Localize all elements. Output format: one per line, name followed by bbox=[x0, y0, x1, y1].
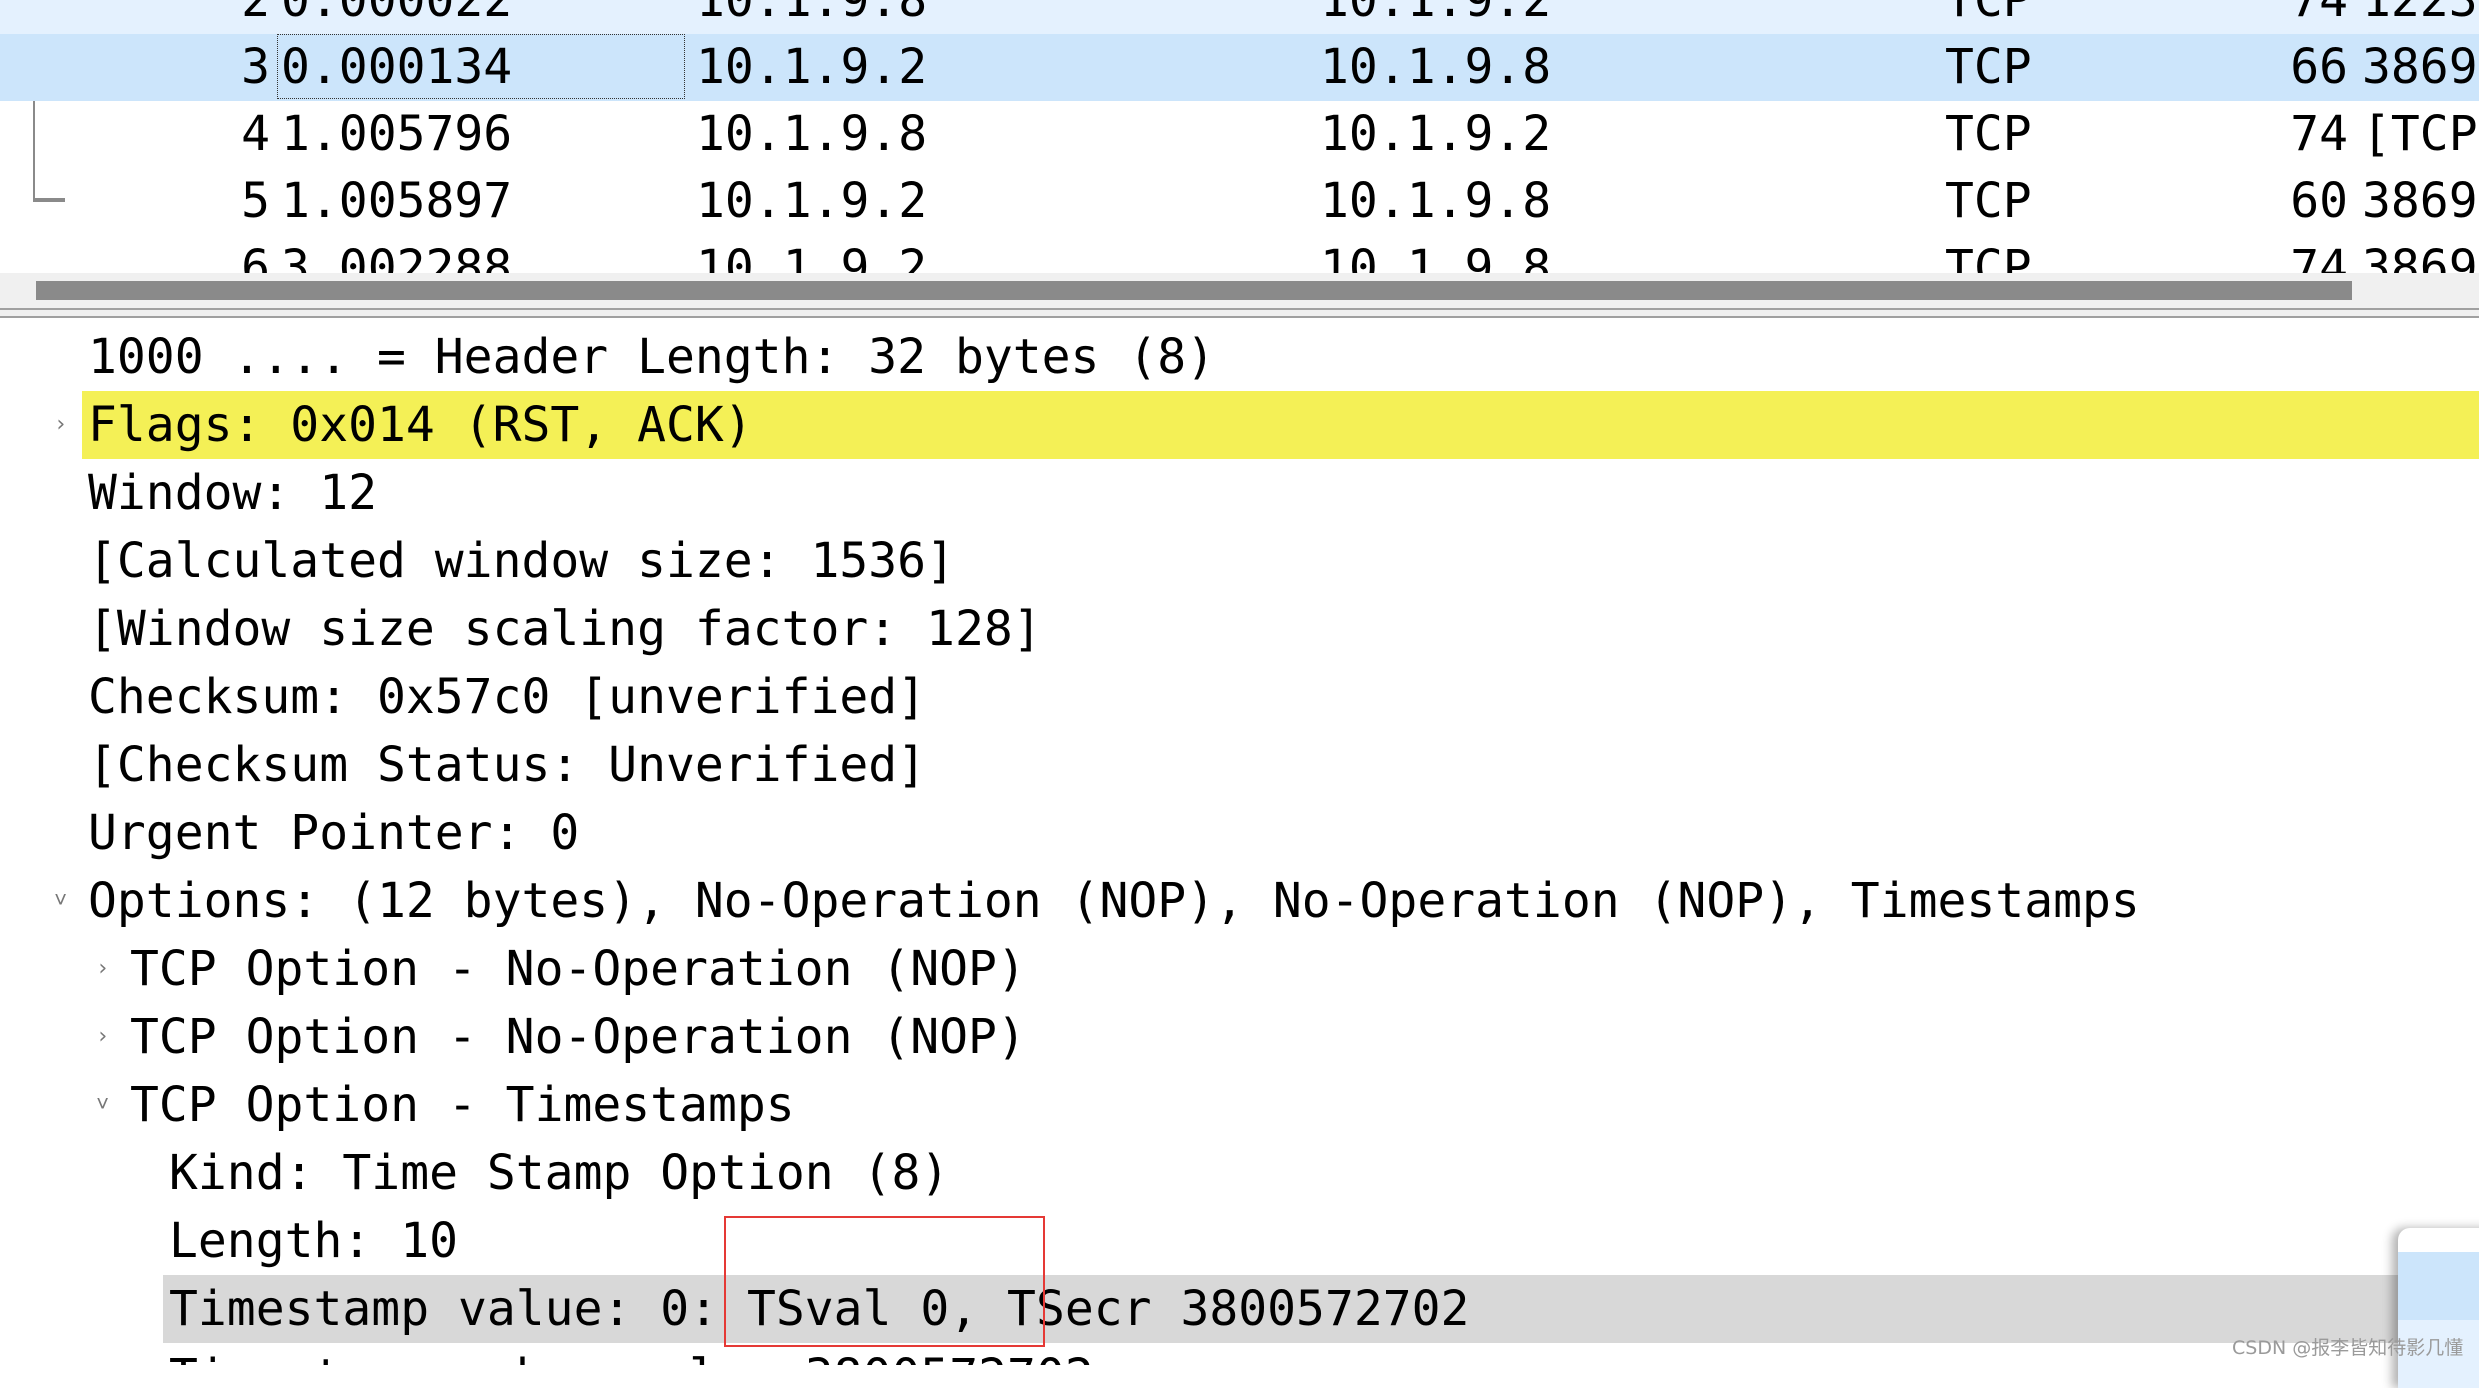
tree-item-label: 1000 .... = Header Length: 32 bytes (8) bbox=[88, 329, 1216, 385]
scrollbar-thumb[interactable] bbox=[36, 281, 2352, 300]
tree-item-label: Flags: 0x014 (RST, ACK) bbox=[88, 397, 753, 453]
tree-item[interactable]: 1000 .... = Header Length: 32 bytes (8) bbox=[0, 323, 2479, 391]
cell-proto: TCP bbox=[1945, 39, 2032, 95]
cell-no: 2 bbox=[241, 0, 270, 28]
cell-time: 1.005897 bbox=[281, 173, 513, 229]
cell-len: 60 bbox=[2290, 173, 2348, 229]
cell-info: [TCP bbox=[2362, 106, 2478, 162]
cell-dst: 10.1.9.2 bbox=[1320, 106, 1552, 162]
collapse-arrow-icon[interactable]: ˅ bbox=[54, 867, 67, 935]
tree-item[interactable]: › TCP Option - No-Operation (NOP) bbox=[0, 1003, 2479, 1071]
cell-info: 1223 bbox=[2362, 0, 2478, 28]
cell-src: 10.1.9.2 bbox=[696, 173, 928, 229]
horizontal-scrollbar[interactable] bbox=[0, 273, 2479, 308]
cell-src: 10.1.9.2 bbox=[696, 39, 928, 95]
cell-proto: TCP bbox=[1945, 0, 2032, 28]
cell-proto: TCP bbox=[1945, 106, 2032, 162]
watermark: CSDN @报李皆知待影几懂 bbox=[2232, 1337, 2464, 1359]
cell-len: 66 bbox=[2290, 39, 2348, 95]
cell-len: 74 bbox=[2290, 0, 2348, 28]
pane-splitter[interactable] bbox=[0, 308, 2479, 318]
packet-row[interactable]: 2 0.000022 10.1.9.8 10.1.9.2 TCP 74 1223 bbox=[0, 0, 2479, 34]
cell-no: 4 bbox=[241, 106, 270, 162]
packet-details-tree: 1000 .... = Header Length: 32 bytes (8) ›… bbox=[0, 318, 2479, 1365]
tree-item[interactable]: Timestamp echo reply: 3800572702 bbox=[0, 1343, 2479, 1365]
cell-no: 3 bbox=[241, 39, 270, 95]
tree-item-label: TCP Option - Timestamps bbox=[130, 1077, 795, 1133]
tree-item-label: [Calculated window size: 1536] bbox=[88, 533, 955, 589]
tree-item[interactable]: Window: 12 bbox=[0, 459, 2479, 527]
tree-item[interactable]: [Window size scaling factor: 128] bbox=[0, 595, 2479, 663]
tree-item-label: Kind: Time Stamp Option (8) bbox=[169, 1145, 950, 1201]
packet-row[interactable]: 4 1.005796 10.1.9.8 10.1.9.2 TCP 74 [TCP bbox=[0, 101, 2479, 168]
cell-no: 5 bbox=[241, 173, 270, 229]
cell-info: 3869 bbox=[2362, 173, 2478, 229]
tree-item[interactable]: Kind: Time Stamp Option (8) bbox=[0, 1139, 2479, 1207]
tree-item-label: TCP Option - No-Operation (NOP) bbox=[130, 1009, 1026, 1065]
cell-proto: TCP bbox=[1945, 173, 2032, 229]
cell-dst: 10.1.9.2 bbox=[1320, 0, 1552, 28]
tree-item-label: Urgent Pointer: 0 bbox=[88, 805, 580, 861]
cell-time: 1.005796 bbox=[281, 106, 513, 162]
tree-item-label: Checksum: 0x57c0 [unverified] bbox=[88, 669, 927, 725]
cell-src: 10.1.9.8 bbox=[696, 106, 928, 162]
tree-item-label: Window: 12 bbox=[88, 465, 377, 521]
expand-arrow-icon[interactable]: › bbox=[96, 1003, 109, 1071]
tree-item[interactable]: Length: 10 bbox=[0, 1207, 2479, 1275]
cell-dst: 10.1.9.8 bbox=[1320, 39, 1552, 95]
tree-item[interactable]: › TCP Option - No-Operation (NOP) bbox=[0, 935, 2479, 1003]
packet-row[interactable]: 5 1.005897 10.1.9.2 10.1.9.8 TCP 60 3869 bbox=[0, 168, 2479, 235]
tree-item[interactable]: Timestamp value: 0: TSval 0, TSecr 38005… bbox=[0, 1275, 2479, 1343]
cell-src: 10.1.9.8 bbox=[696, 0, 928, 28]
annotation-box bbox=[724, 1216, 1045, 1347]
cell-dst: 10.1.9.8 bbox=[1320, 173, 1552, 229]
tree-item[interactable]: Urgent Pointer: 0 bbox=[0, 799, 2479, 867]
tree-item-label: [Window size scaling factor: 128] bbox=[88, 601, 1042, 657]
packet-list: 2 0.000022 10.1.9.8 10.1.9.2 TCP 74 1223 3 0.000… bbox=[0, 0, 2479, 310]
cell-time: 0.000022 bbox=[281, 0, 513, 28]
expand-arrow-icon[interactable]: › bbox=[54, 391, 67, 459]
focus-cell bbox=[277, 34, 685, 99]
tree-item-label: TCP Option - No-Operation (NOP) bbox=[130, 941, 1026, 997]
cell-info: 3869 bbox=[2362, 39, 2478, 95]
tree-item[interactable]: [Checksum Status: Unverified] bbox=[0, 731, 2479, 799]
tree-item[interactable]: ˅ TCP Option - Timestamps bbox=[0, 1071, 2479, 1139]
expand-arrow-icon[interactable]: › bbox=[96, 935, 109, 1003]
tree-item-label: [Checksum Status: Unverified] bbox=[88, 737, 927, 793]
cell-len: 74 bbox=[2290, 106, 2348, 162]
tree-item-label: Length: 10 bbox=[169, 1213, 458, 1269]
tree-item[interactable]: [Calculated window size: 1536] bbox=[0, 527, 2479, 595]
popup-panel bbox=[2398, 1228, 2479, 1388]
tree-item[interactable]: ˅ Options: (12 bytes), No-Operation (NOP)… bbox=[0, 867, 2479, 935]
tree-item-label: Options: (12 bytes), No-Operation (NOP),… bbox=[88, 873, 2140, 929]
collapse-arrow-icon[interactable]: ˅ bbox=[96, 1071, 109, 1139]
tree-item[interactable]: Checksum: 0x57c0 [unverified] bbox=[0, 663, 2479, 731]
tree-item[interactable]: › Flags: 0x014 (RST, ACK) bbox=[0, 391, 2479, 459]
